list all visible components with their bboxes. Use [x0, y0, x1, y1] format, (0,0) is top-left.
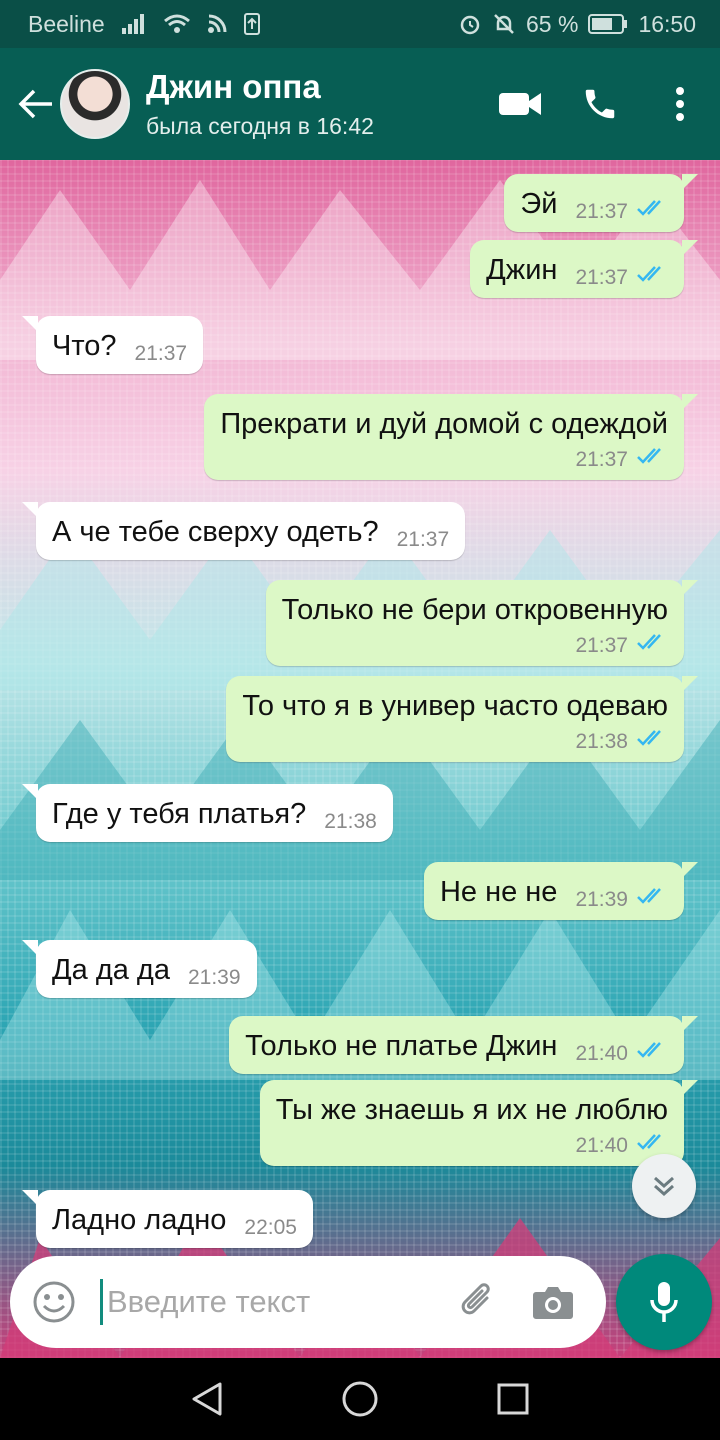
message-time: 21:37 [575, 200, 628, 223]
carrier-label: Beeline [28, 10, 105, 37]
triangle-back-icon [192, 1382, 222, 1416]
message-composer [10, 1256, 606, 1348]
back-button[interactable] [6, 74, 66, 134]
read-ticks-icon [636, 198, 668, 224]
message-time: 21:37 [575, 266, 628, 289]
phone-icon [585, 89, 615, 119]
nav-home-button[interactable] [325, 1364, 395, 1434]
message-outgoing[interactable]: Эй 21:37 [504, 174, 698, 232]
upload-icon [243, 12, 261, 36]
mute-icon [492, 12, 516, 36]
attach-button[interactable] [451, 1274, 507, 1330]
message-text: Что? [52, 330, 117, 362]
message-time: 21:38 [324, 810, 377, 833]
rss-icon [207, 14, 227, 34]
more-vertical-icon [676, 87, 684, 121]
message-incoming[interactable]: Да да да 21:39 [22, 940, 257, 998]
message-time: 21:39 [575, 888, 628, 911]
camera-button[interactable] [525, 1274, 581, 1330]
message-text: Джин [486, 254, 558, 286]
microphone-icon [650, 1282, 678, 1322]
message-time: 21:39 [187, 966, 241, 989]
contact-name: Джин оппа [146, 68, 321, 105]
smiley-icon [33, 1281, 75, 1323]
signal-icon [121, 13, 147, 35]
read-ticks-icon [636, 446, 668, 472]
message-outgoing[interactable]: Прекрати и дуй домой с одеждой 21:37 [204, 394, 698, 480]
chat-header: Джин оппа была сегодня в 16:42 [0, 48, 720, 160]
message-outgoing[interactable]: Не не не 21:39 [423, 862, 699, 920]
message-input[interactable] [107, 1284, 437, 1320]
wifi-icon [163, 13, 191, 35]
camera-icon [533, 1287, 573, 1319]
message-text: Где у тебя платья? [52, 798, 307, 830]
scroll-to-bottom-button[interactable] [632, 1154, 696, 1218]
last-seen-status: была сегодня в 16:42 [146, 113, 374, 139]
battery-icon [588, 13, 628, 35]
message-outgoing[interactable]: Ты же знаешь я их не люблю 21:40 [259, 1080, 699, 1166]
message-incoming[interactable]: Где у тебя платья? 21:38 [22, 784, 393, 842]
message-text: Не не не [439, 876, 558, 908]
text-cursor [100, 1279, 103, 1325]
read-ticks-icon [636, 1040, 668, 1066]
menu-button[interactable] [640, 64, 720, 144]
message-time: 21:37 [396, 528, 450, 551]
read-ticks-icon [636, 264, 668, 290]
message-text: Ладно ладно [52, 1204, 227, 1236]
contact-info[interactable]: Джин оппа была сегодня в 16:42 [146, 67, 374, 141]
message-outgoing[interactable]: Только не платье Джин 21:40 [229, 1016, 698, 1074]
read-ticks-icon [636, 632, 668, 658]
message-incoming[interactable]: Что? 21:37 [21, 316, 204, 374]
arrow-left-icon [18, 89, 52, 119]
square-recents-icon [497, 1383, 529, 1415]
battery-percent: 65 % [526, 10, 579, 37]
read-ticks-icon [636, 728, 668, 754]
status-bar: Beeline 65 % 16:50 [0, 0, 720, 48]
system-nav-bar [0, 1358, 720, 1440]
message-outgoing[interactable]: Только не бери откровенную 21:37 [265, 580, 699, 666]
message-text: Прекрати и дуй домой с одеждой [220, 408, 668, 440]
alarm-icon [458, 12, 482, 36]
message-time: 21:37 [575, 448, 628, 471]
message-time: 21:37 [134, 342, 188, 365]
message-text: Только не бери откровенную [281, 594, 668, 626]
message-text: Да да да [52, 954, 170, 986]
nav-recents-button[interactable] [478, 1364, 548, 1434]
message-time: 21:40 [575, 1134, 628, 1157]
message-outgoing[interactable]: Джин 21:37 [470, 240, 698, 298]
voice-call-button[interactable] [560, 64, 640, 144]
circle-home-icon [342, 1381, 378, 1417]
chat-wallpaper[interactable]: Эй 21:37 Джин 21:37 Что? 21:37 Прекрати … [0, 160, 720, 1358]
message-text: А че тебе сверху одеть? [52, 516, 379, 548]
paperclip-icon [461, 1283, 490, 1315]
clock: 16:50 [638, 10, 696, 37]
double-chevron-down-icon [654, 1176, 674, 1197]
message-text: Ты же знаешь я их не люблю [275, 1094, 668, 1126]
message-time: 21:40 [575, 1042, 628, 1065]
read-ticks-icon [636, 886, 668, 912]
video-camera-icon [499, 93, 541, 115]
avatar[interactable] [60, 69, 130, 139]
message-text: То что я в универ часто одеваю [242, 690, 668, 722]
message-incoming[interactable]: Ладно ладно 22:05 [22, 1190, 313, 1248]
message-outgoing[interactable]: То что я в универ часто одеваю 21:38 [226, 676, 698, 762]
emoji-button[interactable] [30, 1278, 78, 1326]
message-text: Эй [520, 188, 558, 220]
voice-record-button[interactable] [616, 1254, 712, 1350]
nav-back-button[interactable] [172, 1364, 242, 1434]
message-text: Только не платье Джин [245, 1030, 558, 1062]
message-time: 21:38 [575, 730, 628, 753]
video-call-button[interactable] [480, 64, 560, 144]
message-time: 21:37 [575, 634, 628, 657]
message-time: 22:05 [244, 1216, 297, 1239]
message-incoming[interactable]: А че тебе сверху одеть? 21:37 [21, 502, 466, 560]
